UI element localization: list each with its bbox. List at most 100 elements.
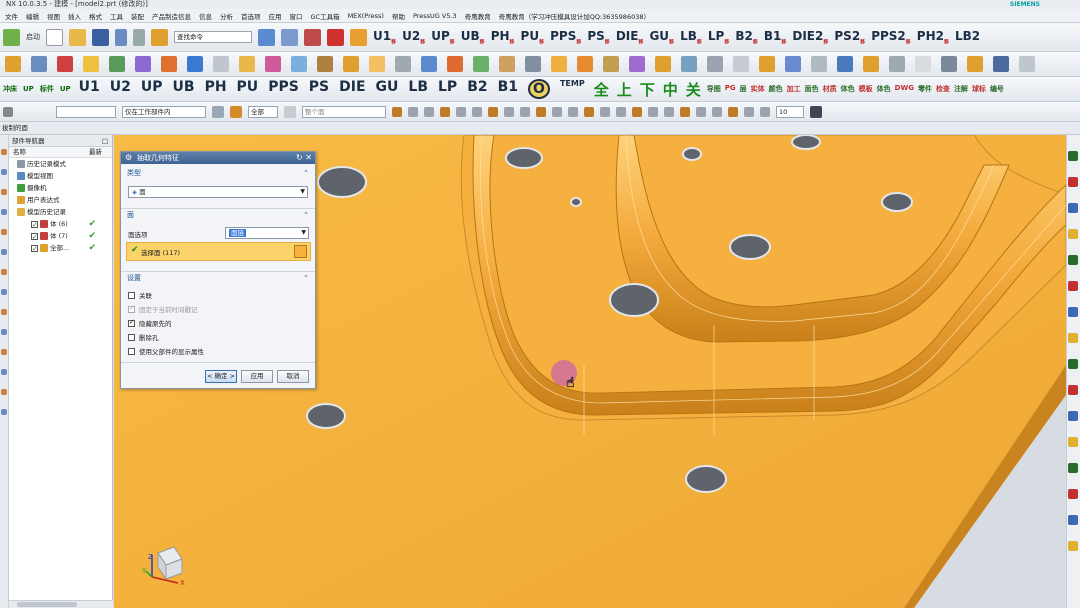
close-icon[interactable]: ✕ — [305, 153, 312, 162]
press-button[interactable]: PH2移 — [917, 29, 949, 45]
navigator-item[interactable]: 全部... ✔ — [9, 242, 112, 255]
press-button[interactable]: U2 — [110, 79, 131, 99]
press-button[interactable]: DIE移 — [616, 29, 644, 45]
resource-icon[interactable] — [1, 389, 7, 395]
snap-point-icon[interactable] — [456, 106, 466, 117]
menu-item[interactable]: 插入 — [64, 11, 85, 21]
toolbar-icon[interactable] — [395, 56, 411, 72]
menu-item[interactable]: 应用 — [265, 11, 286, 21]
press-button[interactable]: PPS2移 — [871, 29, 911, 45]
toolbar-icon[interactable] — [811, 56, 827, 72]
snap-point-icon[interactable] — [648, 106, 658, 117]
toolbar-icon[interactable] — [83, 56, 99, 72]
toolbar-icon[interactable] — [603, 56, 619, 72]
utility-button[interactable]: 球标 — [972, 84, 986, 94]
setting-checkbox[interactable] — [128, 333, 135, 341]
utility-button[interactable]: 加工 — [787, 84, 801, 94]
right-tool-icon[interactable] — [1068, 463, 1078, 473]
search-input[interactable]: 查找命令 — [174, 31, 252, 43]
start-icon[interactable] — [3, 28, 20, 46]
menu-item[interactable]: 奇鹰教育 — [461, 11, 495, 21]
cube-icon[interactable] — [284, 105, 296, 118]
setting-checkbox[interactable] — [128, 318, 135, 327]
toolbar-icon[interactable] — [187, 56, 203, 72]
snap-point-icon[interactable] — [552, 106, 562, 117]
toolbar-icon[interactable] — [239, 56, 255, 72]
press-button[interactable]: U2移 — [402, 29, 425, 45]
resource-icon[interactable] — [1, 249, 7, 255]
snap-point-icon[interactable] — [664, 106, 674, 117]
resource-icon[interactable] — [1, 169, 7, 175]
reset-icon[interactable]: ↻ — [296, 153, 303, 162]
all-filter[interactable]: 全部 — [248, 105, 278, 118]
apply-button[interactable]: 应用 — [241, 370, 273, 383]
press-button[interactable]: PS2移 — [834, 29, 865, 45]
utility-button[interactable]: 层 — [740, 84, 747, 94]
toolbar-icon[interactable] — [213, 56, 229, 72]
resource-icon[interactable] — [1, 409, 7, 415]
snap-point-icon[interactable] — [744, 106, 754, 117]
press-button[interactable]: LP — [438, 79, 457, 99]
menu-icon[interactable] — [3, 106, 13, 117]
right-tool-icon[interactable] — [1068, 229, 1078, 239]
snap-point-icon[interactable] — [680, 106, 690, 117]
toolbar-icon[interactable] — [837, 56, 853, 72]
snap-point-icon[interactable] — [520, 106, 530, 117]
type-filter[interactable] — [56, 105, 116, 118]
plate-button[interactable]: 中 — [663, 79, 678, 100]
utility-button[interactable]: 编号 — [990, 84, 1004, 94]
std-up-sub[interactable]: UP — [60, 85, 71, 93]
new-file-icon[interactable] — [46, 28, 63, 46]
toolbar-icon[interactable] — [135, 56, 151, 72]
toolbar-icon[interactable] — [31, 56, 47, 72]
menu-item[interactable]: 装配 — [127, 11, 148, 21]
start-menu[interactable]: 启动 — [26, 32, 40, 42]
press-button[interactable]: TEMP — [560, 79, 585, 99]
more-icon[interactable] — [810, 105, 822, 118]
press-button[interactable]: DIE2移 — [792, 29, 828, 45]
press-button[interactable]: PPS移 — [550, 29, 581, 45]
menu-item[interactable]: 信息 — [195, 11, 216, 21]
snap-point-icon[interactable] — [488, 106, 498, 117]
utility-button[interactable]: 材质 — [823, 84, 837, 94]
column-name[interactable]: 名称 — [13, 148, 26, 156]
right-tool-icon[interactable] — [1068, 333, 1078, 343]
navigator-item[interactable]: 体 (7) ✔ — [9, 230, 112, 243]
snap-point-icon[interactable] — [424, 106, 434, 117]
right-tool-icon[interactable] — [1068, 385, 1078, 395]
type-select[interactable]: ◈ 面 ▼ — [128, 186, 308, 198]
press-button[interactable]: B1 — [498, 79, 518, 99]
press-up-label[interactable]: 冲床 — [3, 84, 17, 94]
press-button[interactable]: B1移 — [764, 29, 787, 45]
select-face-row[interactable]: ✔ 选择面 (117) — [126, 242, 311, 261]
utility-button[interactable]: 模板 — [859, 84, 873, 94]
resource-icon[interactable] — [1, 309, 7, 315]
toolbar-icon[interactable] — [57, 56, 73, 72]
toolbar-icon[interactable] — [447, 56, 463, 72]
setting-checkbox[interactable] — [128, 291, 135, 299]
snap-point-icon[interactable] — [616, 106, 626, 117]
settings-section-header[interactable]: 设置 ⌃ — [121, 271, 315, 284]
snap-point-icon[interactable] — [600, 106, 610, 117]
visibility-checkbox[interactable] — [31, 243, 38, 255]
toolbar-icon[interactable] — [655, 56, 671, 72]
snap-point-icon[interactable] — [472, 106, 482, 117]
toolbar-icon[interactable] — [5, 56, 21, 72]
toolbar-icon[interactable] — [499, 56, 515, 72]
utility-button[interactable]: 面色 — [805, 84, 819, 94]
press-button[interactable]: LB — [408, 79, 428, 99]
right-tool-icon[interactable] — [1068, 255, 1078, 265]
solid-icon[interactable] — [327, 28, 344, 46]
resource-icon[interactable] — [1, 149, 7, 155]
toolbar-icon[interactable] — [915, 56, 931, 72]
toolbar-icon[interactable] — [551, 56, 567, 72]
filter-icon[interactable] — [212, 105, 224, 118]
utility-button[interactable]: DWG — [895, 84, 914, 94]
plate-button[interactable]: 全 — [594, 79, 609, 100]
layer-icon[interactable] — [281, 28, 298, 46]
resource-icon[interactable] — [1, 329, 7, 335]
setting-option[interactable]: 固定于当前时间戳记 — [128, 304, 198, 314]
right-tool-icon[interactable] — [1068, 359, 1078, 369]
setting-option[interactable]: 删除孔 — [128, 332, 159, 342]
right-tool-icon[interactable] — [1068, 411, 1078, 421]
